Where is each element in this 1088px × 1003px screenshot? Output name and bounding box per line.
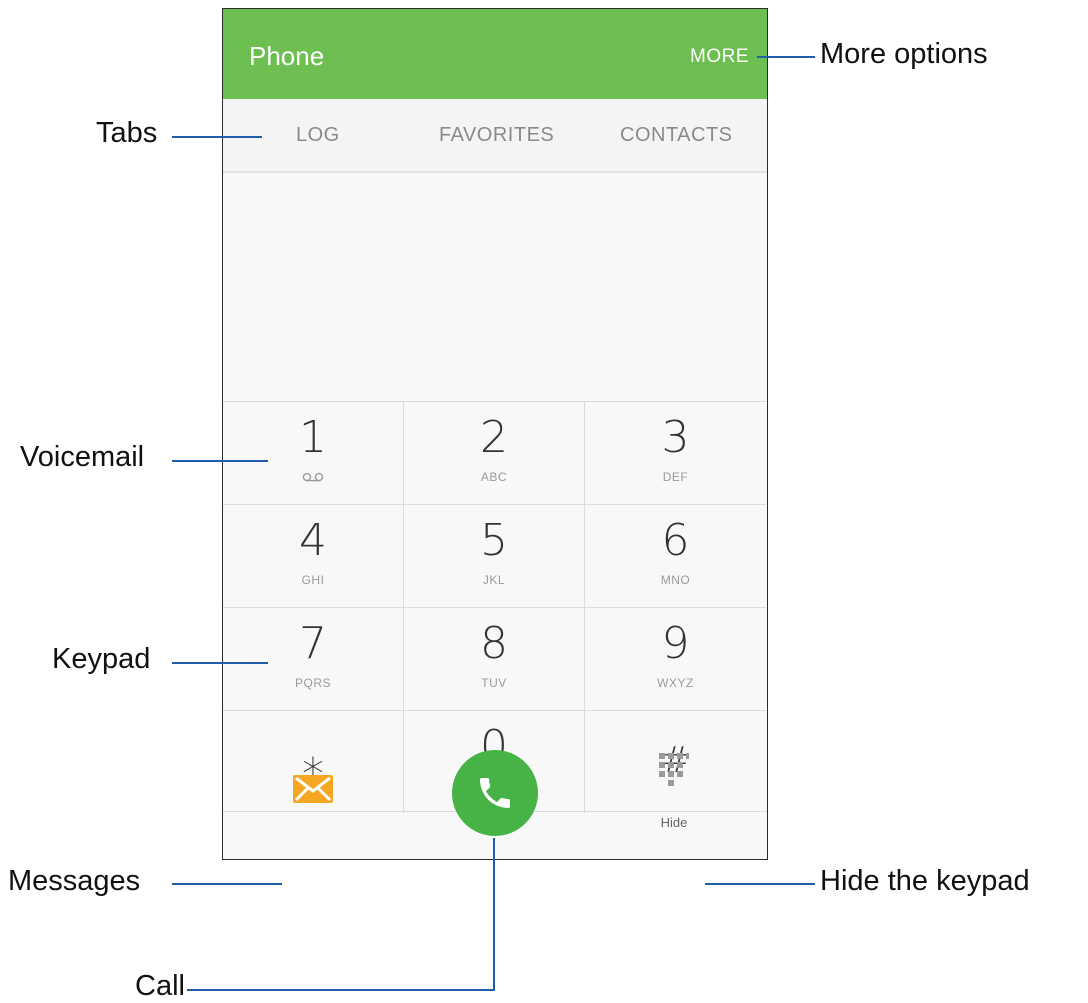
key-5[interactable]: 5 JKL — [404, 504, 585, 607]
callout-line-messages — [172, 883, 282, 885]
callout-line-keypad — [172, 662, 268, 664]
callout-line-call-horizontal — [187, 989, 495, 991]
key-letters: DEF — [662, 470, 689, 484]
number-display — [223, 173, 767, 401]
key-1[interactable]: 1 — [223, 401, 404, 504]
hide-keypad-label[interactable]: Hide — [649, 815, 699, 830]
callout-tabs: Tabs — [96, 117, 158, 149]
key-9[interactable]: 9 WXYZ — [585, 607, 766, 710]
key-digit: 4 — [299, 515, 327, 566]
key-letters: TUV — [481, 676, 507, 690]
key-letters: MNO — [660, 573, 691, 587]
key-letters: GHI — [301, 573, 325, 587]
key-7[interactable]: 7 PQRS — [223, 607, 404, 710]
key-digit: 3 — [661, 412, 690, 463]
key-6[interactable]: 6 MNO — [585, 504, 766, 607]
key-letters: PQRS — [294, 676, 331, 690]
key-digit: 8 — [480, 618, 508, 669]
callout-voicemail: Voicemail — [20, 441, 145, 473]
call-button[interactable] — [452, 750, 538, 836]
key-letters: JKL — [482, 573, 506, 587]
tab-contacts[interactable]: CONTACTS — [620, 124, 733, 147]
key-8[interactable]: 8 TUV — [404, 607, 585, 710]
voicemail-icon — [302, 472, 324, 482]
key-4[interactable]: 4 GHI — [223, 504, 404, 607]
callout-messages: Messages — [8, 865, 141, 897]
envelope-icon[interactable] — [293, 775, 333, 803]
key-digit: 7 — [299, 618, 327, 669]
key-2[interactable]: 2 ABC — [404, 401, 585, 504]
more-button[interactable]: MORE — [690, 46, 749, 68]
phone-handset-icon — [480, 778, 510, 808]
tab-bar: LOG FAVORITES CONTACTS — [223, 99, 767, 173]
key-digit: 6 — [661, 515, 690, 566]
key-digit: 5 — [480, 515, 508, 566]
callout-more-options: More options — [820, 38, 988, 70]
callout-keypad: Keypad — [52, 643, 151, 675]
key-digit: 9 — [661, 618, 690, 669]
key-digit: 1 — [299, 412, 327, 463]
callout-hide-keypad: Hide the keypad — [820, 865, 1030, 897]
tab-log[interactable]: LOG — [296, 124, 340, 147]
dialpad-icon[interactable] — [657, 751, 691, 799]
callout-call: Call — [135, 970, 185, 1002]
callout-line-more — [757, 56, 815, 58]
callout-line-hide — [705, 883, 815, 885]
tab-favorites[interactable]: FAVORITES — [439, 124, 554, 147]
key-digit: 2 — [480, 412, 508, 463]
callout-line-call-vertical — [493, 838, 495, 991]
callout-line-voicemail — [172, 460, 268, 462]
key-letters: WXYZ — [657, 676, 694, 690]
app-title: Phone — [249, 41, 325, 71]
phone-screen: Phone MORE LOG FAVORITES CONTACTS 1 2 AB… — [222, 8, 768, 860]
app-bar: Phone MORE — [223, 9, 767, 99]
key-3[interactable]: 3 DEF — [585, 401, 766, 504]
callout-line-tabs — [172, 136, 262, 138]
key-letters: ABC — [480, 470, 508, 484]
